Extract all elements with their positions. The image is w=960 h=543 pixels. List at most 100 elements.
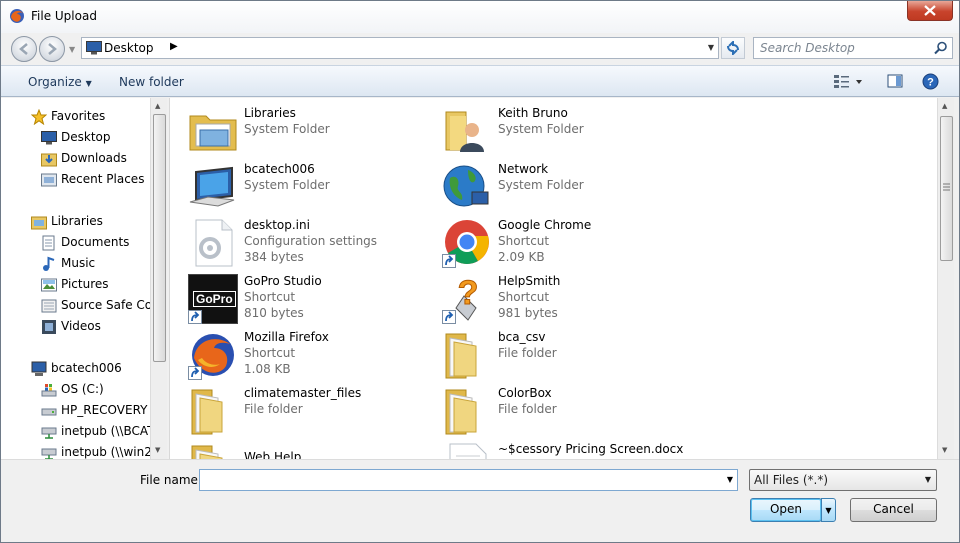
- address-chevron-icon[interactable]: ▶: [170, 41, 178, 52]
- new-folder-button[interactable]: New folder: [119, 75, 184, 89]
- file-type: File folder: [244, 402, 303, 416]
- view-options-icon[interactable]: [833, 73, 863, 89]
- list-item[interactable]: bca_csv File folder: [442, 330, 692, 386]
- preview-pane-icon[interactable]: [887, 73, 903, 89]
- music-icon: [43, 256, 55, 271]
- file-type: System Folder: [498, 122, 584, 136]
- nav-computer-label: bcatech006: [51, 361, 122, 375]
- file-name-dropdown-icon[interactable]: ▼: [727, 475, 733, 484]
- nav-videos-label: Videos: [61, 319, 101, 333]
- nav-drive-c-label: OS (C:): [61, 382, 104, 396]
- navigation-pane-scrollbar[interactable]: ▲ ▼: [150, 98, 167, 459]
- scroll-up-icon[interactable]: ▲: [942, 102, 947, 110]
- list-item[interactable]: GoPro GoPro Studio Shortcut 810 bytes: [188, 274, 438, 330]
- nav-recent-places-label: Recent Places: [61, 172, 145, 186]
- recent-places-icon: [41, 173, 57, 187]
- file-name: Network: [498, 162, 549, 176]
- folder-icon: [191, 445, 223, 459]
- open-split-dropdown-button[interactable]: ▼: [821, 498, 836, 522]
- file-type: Shortcut: [498, 290, 550, 304]
- title-bar[interactable]: File Upload: [1, 1, 959, 33]
- organize-label: Organize: [28, 75, 82, 89]
- close-button[interactable]: [907, 1, 953, 21]
- list-item[interactable]: bcatech006 System Folder: [188, 162, 438, 218]
- address-bar[interactable]: Desktop ▶ ▼: [81, 37, 719, 59]
- list-item[interactable]: Google Chrome Shortcut 2.09 KB: [442, 218, 692, 274]
- file-name: bca_csv: [498, 330, 546, 344]
- list-item[interactable]: climatemaster_files File folder: [188, 386, 438, 442]
- file-upload-dialog: File Upload ▼ Desktop ▶ ▼ Search Desktop…: [0, 0, 960, 543]
- list-item[interactable]: ColorBox File folder: [442, 386, 692, 442]
- file-size: 384 bytes: [244, 250, 304, 264]
- nav-network-drive-1-label: inetpub (\\BCAT: [61, 424, 155, 438]
- file-type: System Folder: [244, 122, 330, 136]
- file-type: System Folder: [244, 178, 330, 192]
- scroll-down-icon[interactable]: ▼: [942, 446, 947, 454]
- shortcut-arrow-icon: [188, 366, 202, 380]
- folder-icon: [445, 389, 477, 435]
- file-name-label: File name:: [140, 473, 202, 487]
- search-box[interactable]: Search Desktop: [753, 37, 953, 59]
- window-title: File Upload: [31, 9, 97, 23]
- shortcut-arrow-icon: [188, 310, 202, 324]
- organize-button[interactable]: Organize ▼: [28, 75, 92, 89]
- command-toolbar: Organize ▼ New folder ?: [1, 65, 959, 97]
- organize-dropdown-icon: ▼: [85, 79, 92, 88]
- list-item[interactable]: Network System Folder: [442, 162, 692, 218]
- firefox-title-icon: [10, 9, 24, 23]
- desktop-icon: [41, 131, 57, 145]
- search-input[interactable]: Search Desktop: [760, 41, 855, 55]
- scrollbar-thumb[interactable]: [153, 114, 166, 362]
- file-type-filter-value: All Files (*.*): [754, 473, 829, 487]
- file-list-scrollbar[interactable]: ▲ ▼: [937, 98, 954, 459]
- address-crumb-desktop[interactable]: Desktop: [104, 41, 154, 55]
- refresh-icon: [727, 41, 739, 55]
- library-folder-icon: [41, 299, 57, 313]
- network-drive-icon: [41, 448, 57, 459]
- open-button[interactable]: Open: [750, 498, 822, 522]
- file-name: Libraries: [244, 106, 296, 120]
- refresh-button[interactable]: [721, 37, 745, 59]
- libraries-icon: [31, 216, 47, 230]
- back-button[interactable]: [11, 36, 37, 62]
- back-arrow-icon: [19, 43, 28, 55]
- list-item[interactable]: Web Help: [188, 442, 438, 459]
- search-icon[interactable]: [934, 41, 948, 55]
- file-name: Google Chrome: [498, 218, 592, 232]
- list-item[interactable]: ? HelpSmith Shortcut 981 bytes: [442, 274, 692, 330]
- file-name: ColorBox: [498, 386, 552, 400]
- help-icon[interactable]: ?: [922, 73, 939, 90]
- nav-favorites-label: Favorites: [51, 109, 106, 123]
- file-name: GoPro Studio: [244, 274, 322, 288]
- close-icon: [924, 5, 936, 16]
- file-name-input[interactable]: ▼: [199, 469, 738, 491]
- list-item[interactable]: Keith Bruno System Folder: [442, 106, 692, 162]
- svg-text:?: ?: [927, 77, 934, 89]
- videos-icon: [42, 320, 56, 334]
- file-type-filter[interactable]: All Files (*.*) ▼: [749, 469, 937, 491]
- file-size: 2.09 KB: [498, 250, 545, 264]
- list-item[interactable]: Libraries System Folder: [188, 106, 438, 162]
- file-size: 810 bytes: [244, 306, 304, 320]
- file-name: Web Help: [244, 450, 302, 459]
- list-item[interactable]: ~$cessory Pricing Screen.docx: [442, 442, 692, 459]
- forward-button[interactable]: [39, 36, 65, 62]
- scroll-up-icon[interactable]: ▲: [155, 102, 160, 110]
- documents-icon: [42, 235, 55, 251]
- list-item[interactable]: desktop.ini Configuration settings 384 b…: [188, 218, 438, 274]
- nav-network-drive-2-label: inetpub (\\win20: [61, 445, 160, 459]
- forward-arrow-icon: [48, 43, 57, 55]
- file-name: Keith Bruno: [498, 106, 568, 120]
- svg-text:?: ?: [458, 274, 479, 312]
- scroll-down-icon[interactable]: ▼: [155, 446, 160, 454]
- network-drive-icon: [41, 427, 57, 439]
- file-type: Shortcut: [244, 290, 296, 304]
- address-dropdown-icon[interactable]: ▼: [708, 43, 714, 52]
- network-icon: [443, 165, 489, 207]
- scrollbar-thumb[interactable]: [940, 116, 953, 261]
- user-folder-icon: [445, 111, 484, 152]
- list-item[interactable]: Mozilla Firefox Shortcut 1.08 KB: [188, 330, 438, 386]
- file-type: File folder: [498, 346, 557, 360]
- cancel-button[interactable]: Cancel: [850, 498, 937, 522]
- recent-pages-dropdown-icon[interactable]: ▼: [69, 45, 75, 54]
